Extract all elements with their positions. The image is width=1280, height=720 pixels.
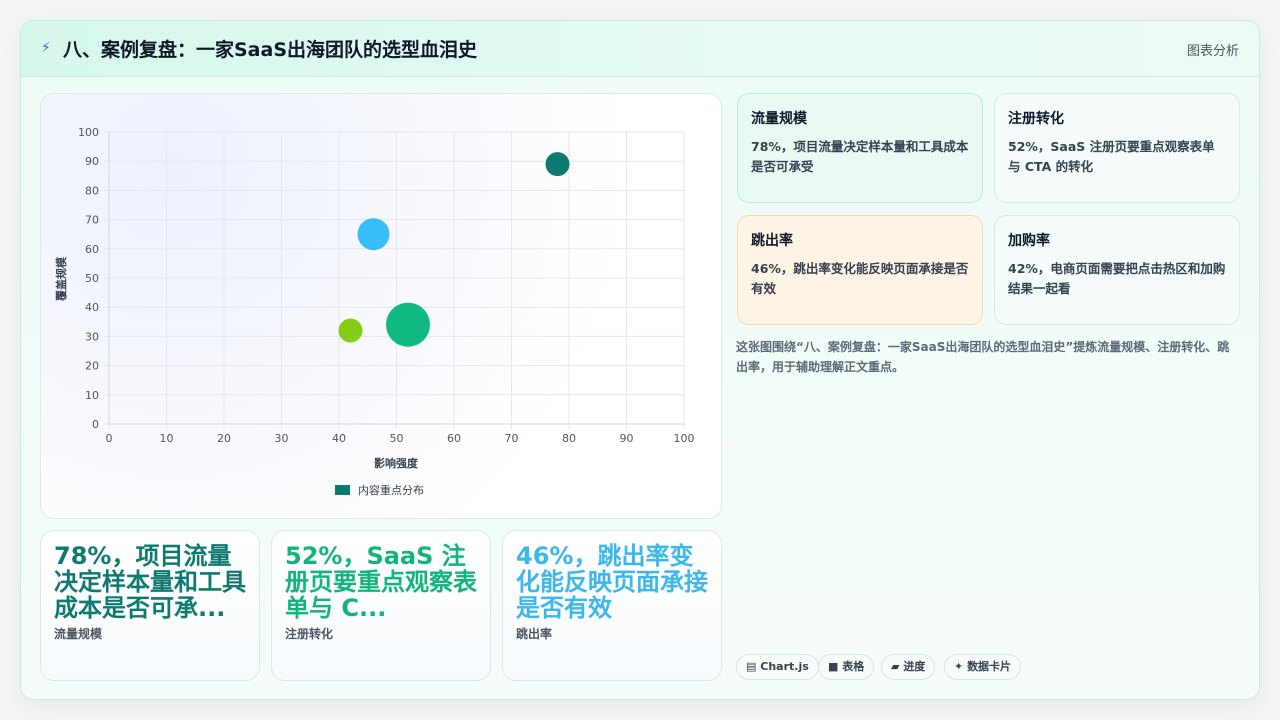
- lightning-icon: ⚡: [41, 40, 51, 56]
- x-tick-labels: 0 10 20 30 40 50 60 70 80 90 100: [106, 432, 695, 445]
- x-tick-label: 30: [275, 432, 289, 445]
- bubble-point: [338, 318, 363, 343]
- y-tick-label: 40: [85, 301, 99, 314]
- tag-label: 数据卡片: [967, 660, 1012, 673]
- y-tick-label: 60: [85, 243, 99, 256]
- y-tick-label: 100: [78, 126, 99, 139]
- x-tick-label: 20: [217, 432, 231, 445]
- y-tick-label: 50: [85, 272, 99, 285]
- x-tick-label: 100: [674, 432, 695, 445]
- chart-grid: [104, 131, 685, 429]
- tag-table[interactable]: ■ 表格: [818, 654, 875, 680]
- page-title: 八、案例复盘：一家SaaS出海团队的选型血泪史: [63, 39, 478, 61]
- bubble-point: [386, 302, 430, 347]
- highlight-label: 跳出率: [516, 627, 553, 641]
- y-tick-label: 70: [85, 214, 99, 227]
- x-tick-label: 70: [505, 432, 519, 445]
- table-icon: ■: [828, 660, 839, 673]
- highlight-card-traffic: 78%，项目流量决定样本量和工具成本是否可承... 流量规模: [40, 530, 260, 681]
- metric-description: 42%，电商页面需要把点击热区和加购结果一起看: [1008, 261, 1226, 296]
- bubble-chart: 0 10 20 30 40 50 60 70 80 90 100 0 10 20 30 40 50 60 70 80…: [54, 126, 695, 497]
- x-tick-label: 0: [106, 432, 113, 445]
- x-tick-label: 80: [562, 432, 576, 445]
- y-tick-labels: 0 10 20 30 40 50 60 70 80 90 100: [78, 126, 99, 431]
- y-axis-label: 覆盖规模: [54, 256, 68, 301]
- highlight-value: 46%，跳出率变化能反映页面承接是否有效: [516, 543, 708, 621]
- highlight-value: 52%，SaaS 注册页要重点观察表单与 C...: [285, 543, 477, 621]
- x-tick-label: 60: [447, 432, 461, 445]
- highlight-label: 流量规模: [54, 627, 103, 641]
- sparkle-icon: ✦: [954, 660, 964, 673]
- highlight-card-bounce: 46%，跳出率变化能反映页面承接是否有效 跳出率: [502, 530, 722, 681]
- chart-panel: 0 10 20 30 40 50 60 70 80 90 100 0 10 20 30 40 50 60 70 80…: [40, 93, 722, 519]
- y-tick-label: 30: [85, 330, 99, 343]
- metric-description: 52%，SaaS 注册页要重点观察表单与 CTA 的转化: [1008, 139, 1215, 174]
- y-tick-label: 90: [85, 155, 99, 168]
- y-tick-label: 80: [85, 184, 99, 197]
- y-tick-label: 20: [85, 360, 99, 373]
- x-tick-label: 90: [620, 432, 634, 445]
- tag-progress[interactable]: ▰ 进度: [881, 654, 936, 680]
- metric-card-add-to-cart: 加购率 42%，电商页面需要把点击热区和加购结果一起看: [994, 215, 1240, 325]
- metric-description: 46%，跳出率变化能反映页面承接是否有效: [751, 261, 969, 296]
- x-tick-label: 40: [332, 432, 346, 445]
- highlight-value: 78%，项目流量决定样本量和工具成本是否可承...: [54, 543, 246, 621]
- x-tick-label: 50: [390, 432, 404, 445]
- bubble-point: [357, 218, 390, 251]
- metric-title: 注册转化: [1008, 111, 1064, 127]
- chart-icon: ▤: [746, 660, 757, 673]
- header-bar: ⚡ 八、案例复盘：一家SaaS出海团队的选型血泪史 图表分析: [21, 21, 1259, 77]
- tag-chartjs[interactable]: ▤ Chart.js: [736, 654, 819, 680]
- metric-title: 跳出率: [751, 233, 793, 249]
- legend-label[interactable]: 内容重点分布: [358, 483, 424, 497]
- report-card: ⚡ 八、案例复盘：一家SaaS出海团队的选型血泪史 图表分析 0 10 20 30 40…: [20, 20, 1260, 700]
- x-axis-label: 影响强度: [374, 456, 419, 470]
- tag-label: 表格: [842, 660, 865, 673]
- tag-data-card[interactable]: ✦ 数据卡片: [944, 654, 1022, 680]
- y-tick-label: 0: [92, 418, 99, 431]
- metric-card-traffic: 流量规模 78%，项目流量决定样本量和工具成本是否可承受: [737, 93, 983, 203]
- y-tick-label: 10: [85, 389, 99, 402]
- chart-analysis-link[interactable]: 图表分析: [1187, 40, 1239, 59]
- metric-description: 78%，项目流量决定样本量和工具成本是否可承受: [751, 139, 969, 174]
- bubble-point: [545, 152, 570, 177]
- chart-note: 这张图围绕“八、案例复盘：一家SaaS出海团队的选型血泪史”提炼流量规模、注册转…: [736, 340, 1230, 374]
- tag-label: 进度: [903, 660, 926, 673]
- metric-title: 流量规模: [751, 111, 807, 127]
- highlight-label: 注册转化: [285, 627, 334, 641]
- metric-title: 加购率: [1008, 233, 1050, 249]
- tag-label: Chart.js: [760, 660, 809, 673]
- metric-card-signup: 注册转化 52%，SaaS 注册页要重点观察表单与 CTA 的转化: [994, 93, 1240, 203]
- metric-card-bounce: 跳出率 46%，跳出率变化能反映页面承接是否有效: [737, 215, 983, 325]
- highlight-card-signup: 52%，SaaS 注册页要重点观察表单与 C... 注册转化: [271, 530, 491, 681]
- x-tick-label: 10: [160, 432, 174, 445]
- progress-icon: ▰: [891, 660, 900, 673]
- legend-swatch: [335, 485, 350, 495]
